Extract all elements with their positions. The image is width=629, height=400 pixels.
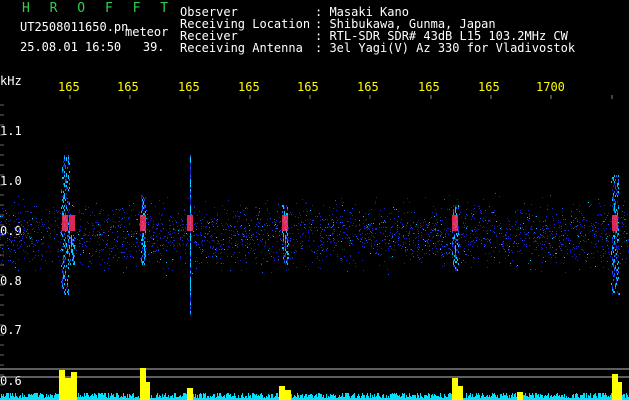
spectrogram <box>0 95 629 400</box>
meteor-echo <box>140 195 146 265</box>
y-unit-label: kHz <box>0 74 22 88</box>
count-value: 39. <box>142 40 165 54</box>
time-tick: 165 <box>58 80 80 94</box>
antenna-value: : 3el Yagi(V) Az 330 for Vladivostok <box>315 41 576 55</box>
echo-level-bar <box>59 370 65 400</box>
echo-level-bar <box>71 372 77 400</box>
time-tick: 1700 <box>536 80 565 94</box>
date-value: 25.08.01 16:50 <box>20 40 122 54</box>
noise-band <box>0 193 629 276</box>
echo-level-bar <box>187 388 193 400</box>
time-tick: 165 <box>297 80 319 94</box>
app-title: H R O F F T <box>22 1 175 16</box>
meteor-echo <box>452 205 459 271</box>
echo-level-bar <box>517 392 523 400</box>
mode-label: meteor <box>125 25 169 39</box>
time-tick: 165 <box>117 80 139 94</box>
time-tick: 165 <box>357 80 379 94</box>
echo-level-bar <box>279 386 285 400</box>
time-tick: 165 <box>418 80 440 94</box>
echo-level-bar <box>457 386 463 400</box>
meteor-echo <box>61 155 70 295</box>
meteor-echo <box>611 175 620 295</box>
date-label: 25.08.01 16:50 39. <box>20 40 165 54</box>
echo-level-bar <box>285 390 291 400</box>
echo-level-bar <box>144 382 150 400</box>
noise-floor <box>0 393 629 400</box>
time-tick: 165 <box>178 80 200 94</box>
time-tick: 165 <box>238 80 260 94</box>
antenna-label: Receiving Antenna <box>180 41 303 55</box>
meteor-echo <box>282 205 289 265</box>
filename-label: UT2508011650.pn <box>20 20 129 34</box>
time-tick: 165 <box>478 80 500 94</box>
echo-level-bar <box>65 378 71 400</box>
echo-level-bar <box>616 382 622 400</box>
